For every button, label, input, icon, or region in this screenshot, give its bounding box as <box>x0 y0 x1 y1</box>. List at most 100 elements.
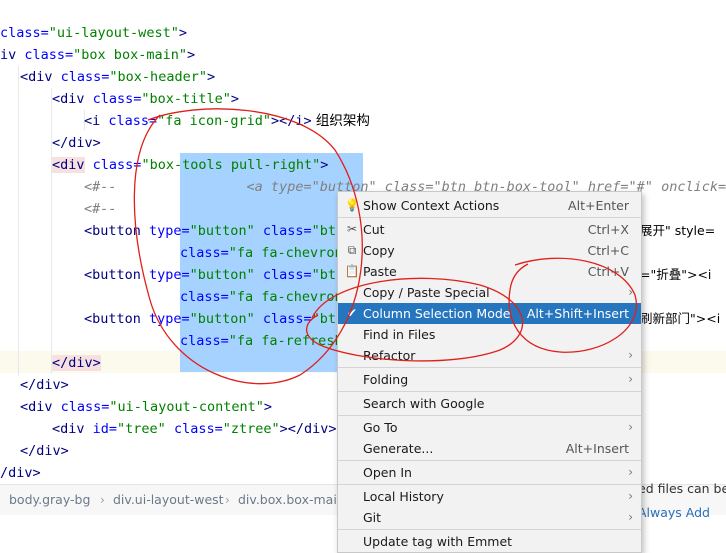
menu-item-go-to[interactable]: Go To › <box>338 417 641 438</box>
code-token: class= <box>180 333 229 349</box>
notification-text: ed files can be <box>638 481 726 496</box>
code-token: > <box>206 69 216 85</box>
code-token: <div <box>52 157 85 173</box>
menu-item-find-in-files[interactable]: Find in Files <box>338 324 641 345</box>
menu-item-label: Copy / Paste Special <box>363 285 490 300</box>
copy-icon: ⧉ <box>347 243 357 257</box>
code-token: "box box-main" <box>73 47 187 63</box>
menu-item-label: Update tag with Emmet <box>363 534 513 549</box>
code-token: <#-- <box>84 201 117 217</box>
menu-item-copy[interactable]: ⧉ Copy Ctrl+C <box>338 240 641 261</box>
scissors-icon: ✂ <box>346 222 358 236</box>
code-token: class= <box>24 47 74 63</box>
code-line: class="ui-layout-west"> <box>0 22 187 44</box>
menu-separator <box>338 529 641 530</box>
code-token: > <box>178 25 187 41</box>
code-token: "box-title" <box>141 91 231 107</box>
menu-item-git[interactable]: Git › <box>338 507 641 528</box>
menu-item-label: Find in Files <box>363 327 436 342</box>
code-line-overflow: ="折叠"><i <box>640 267 712 282</box>
breadcrumb-chevron-icon: › <box>100 493 105 507</box>
code-line: </div> <box>20 374 69 396</box>
breadcrumb-item-body[interactable]: body.gray-bg <box>9 485 90 515</box>
checkmark-icon: ✔ <box>346 306 358 320</box>
code-line: <div class="ui-layout-content"> <box>20 396 272 418</box>
menu-item-local-history[interactable]: Local History › <box>338 486 641 507</box>
menu-item-column-selection-mode[interactable]: ✔ Column Selection Mode Alt+Shift+Insert <box>338 303 641 324</box>
code-line: </div> <box>52 132 101 154</box>
code-line: class="fa fa-refresh <box>180 330 343 352</box>
menu-item-label: Open In <box>363 465 412 480</box>
breadcrumb-item-box-main[interactable]: div.box.box-main <box>238 485 345 515</box>
menu-item-show-context-actions[interactable]: 💡 Show Context Actions Alt+Enter <box>338 195 641 216</box>
menu-item-folding[interactable]: Folding › <box>338 369 641 390</box>
menu-separator <box>338 484 641 485</box>
code-token: class= <box>92 157 142 173</box>
menu-item-search-with-google[interactable]: Search with Google <box>338 393 641 414</box>
code-token: class= <box>173 421 223 437</box>
code-token: iv <box>0 47 25 63</box>
menu-separator <box>338 217 641 218</box>
menu-item-open-in[interactable]: Open In › <box>338 462 641 483</box>
code-token: class= <box>262 223 312 239</box>
code-token: > <box>320 157 329 173</box>
code-token: <button <box>84 223 150 239</box>
menu-item-paste[interactable]: 📋 Paste Ctrl+V <box>338 261 641 282</box>
menu-item-label: Go To <box>363 420 398 435</box>
menu-item-label: Column Selection Mode <box>363 306 511 321</box>
menu-item-shortcut: Alt+Enter <box>568 198 629 213</box>
code-token: > <box>186 47 196 63</box>
code-token: class= <box>108 113 158 129</box>
code-token: id= <box>92 421 118 437</box>
code-token: > <box>230 91 239 107</box>
code-line: </div> <box>52 352 101 374</box>
code-line: </div> <box>20 440 69 462</box>
code-line-overflow: 刷新部门"><i <box>640 311 721 326</box>
code-line: <button type="button" class="btn <box>84 264 344 286</box>
menu-item-cut[interactable]: ✂ Cut Ctrl+X <box>338 219 641 240</box>
code-token: </div> <box>20 443 69 459</box>
code-token: type= <box>149 267 190 283</box>
submenu-chevron-icon: › <box>628 285 633 299</box>
code-token: "fa fa-chevron <box>228 245 343 261</box>
menu-separator <box>338 391 641 392</box>
code-token: 组织架构 <box>311 113 370 129</box>
menu-item-label: Copy <box>363 243 395 258</box>
menu-item-label: Folding <box>363 372 409 387</box>
menu-item-label: Search with Google <box>363 396 485 411</box>
code-line: <div class="box-title"> <box>52 88 239 110</box>
code-token: "button" <box>189 311 263 327</box>
code-token: class= <box>60 69 110 85</box>
code-token: class= <box>180 289 229 305</box>
code-token: > <box>263 399 272 415</box>
code-token: <div <box>52 421 93 437</box>
menu-item-refactor[interactable]: Refactor › <box>338 345 641 366</box>
always-add-link[interactable]: Always Add <box>638 505 710 520</box>
code-token: class= <box>262 311 312 327</box>
code-token: <button <box>84 267 150 283</box>
code-token: <button <box>84 311 150 327</box>
code-line: <button type="button" class="btn <box>84 308 344 330</box>
menu-item-update-tag-with-emmet[interactable]: Update tag with Emmet <box>338 531 641 552</box>
menu-item-generate[interactable]: Generate... Alt+Insert <box>338 438 641 459</box>
code-line: <div class="box-tools pull-right"> <box>52 154 328 176</box>
menu-item-label: Generate... <box>363 441 434 456</box>
menu-item-label: Cut <box>363 222 385 237</box>
code-token: "fa fa-chevron <box>228 289 343 305</box>
submenu-chevron-icon: › <box>628 465 633 479</box>
menu-item-shortcut: Alt+Insert <box>565 441 629 456</box>
code-token: <i <box>84 113 109 129</box>
code-token: "box-header" <box>109 69 207 85</box>
submenu-chevron-icon: › <box>628 348 633 362</box>
menu-separator <box>338 415 641 416</box>
code-line: <i class="fa icon-grid"></i> 组织架构 <box>84 110 370 132</box>
code-token: <div <box>20 399 61 415</box>
code-token: "button" <box>189 267 263 283</box>
menu-item-copy-paste-special[interactable]: Copy / Paste Special › <box>338 282 641 303</box>
code-line-overflow: 展开" style= <box>640 223 716 238</box>
submenu-chevron-icon: › <box>628 510 633 524</box>
code-token: "fa fa-refresh <box>228 333 343 349</box>
indent-guide <box>18 66 19 376</box>
code-line: iv class="box box-main"> <box>0 44 195 66</box>
breadcrumb-item-layout-west[interactable]: div.ui-layout-west <box>113 485 224 515</box>
